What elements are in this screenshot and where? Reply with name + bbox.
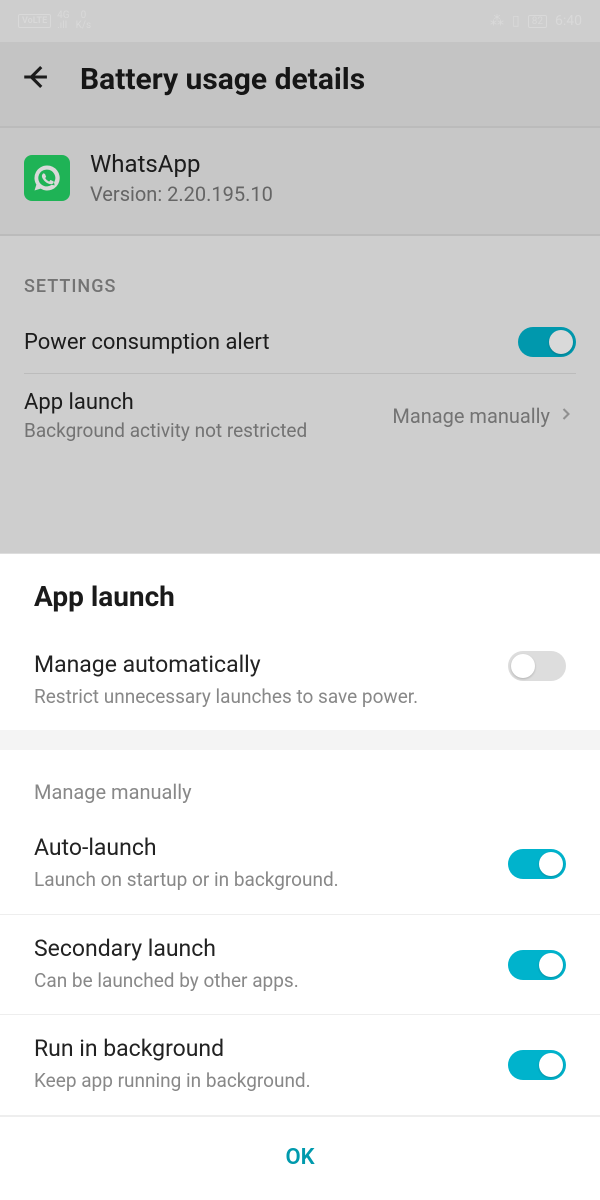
secondary-launch-sub: Can be launched by other apps.	[34, 968, 488, 995]
auto-launch-label: Auto-launch	[34, 834, 488, 861]
run-background-sub: Keep app running in background.	[34, 1068, 488, 1095]
secondary-launch-label: Secondary launch	[34, 935, 488, 962]
run-background-toggle[interactable]	[508, 1050, 566, 1080]
manage-auto-label: Manage automatically	[34, 651, 488, 678]
run-background-row[interactable]: Run in background Keep app running in ba…	[0, 1015, 600, 1116]
secondary-launch-row[interactable]: Secondary launch Can be launched by othe…	[0, 915, 600, 1016]
manage-auto-sub: Restrict unnecessary launches to save po…	[34, 684, 488, 711]
manage-auto-row[interactable]: Manage automatically Restrict unnecessar…	[0, 633, 600, 731]
sheet-title: App launch	[0, 554, 600, 633]
auto-launch-sub: Launch on startup or in background.	[34, 867, 488, 894]
app-launch-sheet: App launch Manage automatically Restrict…	[0, 553, 600, 1200]
secondary-launch-toggle[interactable]	[508, 950, 566, 980]
run-background-label: Run in background	[34, 1035, 488, 1062]
ok-button[interactable]: OK	[0, 1116, 600, 1200]
manage-auto-toggle[interactable]	[508, 651, 566, 681]
manual-header: Manage manually	[0, 750, 600, 814]
auto-launch-row[interactable]: Auto-launch Launch on startup or in back…	[0, 814, 600, 915]
sheet-divider	[0, 730, 600, 750]
auto-launch-toggle[interactable]	[508, 849, 566, 879]
